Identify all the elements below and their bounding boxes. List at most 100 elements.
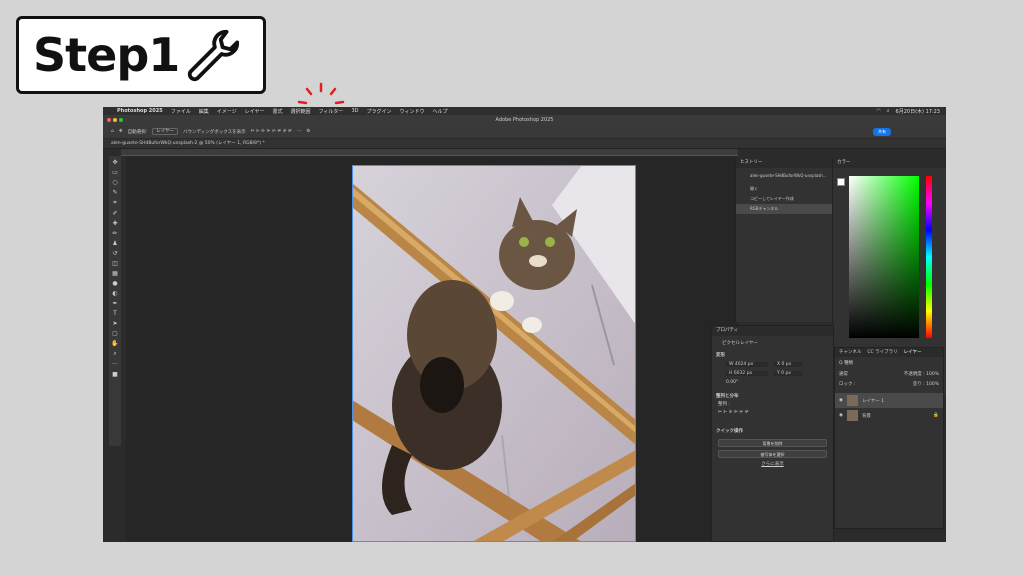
- history-brush-icon[interactable]: ↺: [112, 250, 117, 257]
- width-field[interactable]: W 4024 px: [726, 362, 768, 367]
- close-button[interactable]: [107, 118, 111, 122]
- selection-bounding-box[interactable]: [352, 165, 636, 542]
- type-tool-icon[interactable]: T: [113, 310, 117, 317]
- auto-select-label[interactable]: 自動選択:: [128, 129, 148, 135]
- properties-kind: ピクセルレイヤー: [722, 341, 758, 346]
- shape-tool-icon[interactable]: ▢: [112, 330, 118, 337]
- search-icon[interactable]: ⌕: [887, 108, 890, 114]
- auto-select-dropdown[interactable]: レイヤー: [152, 128, 179, 135]
- history-item[interactable]: 開く: [736, 184, 832, 194]
- crop-tool-icon[interactable]: ⌗: [113, 199, 116, 207]
- stamp-tool-icon[interactable]: ♟: [112, 240, 117, 247]
- menu-type[interactable]: 書式: [273, 108, 283, 115]
- zoom-tool-icon[interactable]: ⌕: [113, 350, 116, 358]
- align-label: 整列と分布: [716, 394, 739, 399]
- wrench-icon: [188, 29, 240, 82]
- eraser-icon[interactable]: ◫: [112, 260, 118, 267]
- lock-label[interactable]: ロック :: [839, 381, 855, 387]
- wifi-icon[interactable]: ◠: [876, 108, 880, 114]
- lasso-tool-icon[interactable]: ○: [112, 179, 117, 186]
- show-more-link[interactable]: さらに表示: [712, 461, 833, 467]
- color-panel-title[interactable]: カラー: [833, 158, 946, 168]
- lock-icon: 🔒: [933, 413, 939, 418]
- y-field[interactable]: Y 0 px: [774, 371, 802, 376]
- healing-tool-icon[interactable]: ✚: [112, 220, 117, 227]
- transform-label: 変形: [716, 353, 725, 358]
- fill-label[interactable]: 塗り : 100%: [913, 381, 939, 387]
- horizontal-ruler: [121, 149, 738, 156]
- menu-app-name[interactable]: Photoshop 2025: [117, 108, 163, 114]
- move-tool-icon[interactable]: ✥: [112, 159, 117, 166]
- move-tool-icon[interactable]: ✥: [119, 129, 123, 134]
- tab-cc-libraries[interactable]: CC ライブラリ: [867, 348, 897, 357]
- window-titlebar: Adobe Photoshop 2025: [103, 115, 946, 125]
- menu-plugins[interactable]: プラグイン: [366, 108, 391, 115]
- quick-actions-label: クイック操作: [716, 429, 743, 434]
- x-field[interactable]: X 0 px: [774, 362, 802, 367]
- dodge-icon[interactable]: ◐: [112, 290, 117, 297]
- properties-title[interactable]: プロパティ: [712, 326, 833, 336]
- blur-icon[interactable]: ●: [112, 280, 117, 287]
- menu-help[interactable]: ヘルプ: [433, 108, 448, 115]
- datetime: 6月20日(木) 17:23: [895, 108, 940, 115]
- quick-select-icon[interactable]: ✎: [112, 189, 117, 196]
- gradient-icon[interactable]: ▦: [112, 270, 118, 277]
- align-icons[interactable]: ⊨ ⊩ ⊪ ⊫ ⊬ ⊭ ⊮ ⊯: [251, 129, 292, 134]
- layer-item[interactable]: 背景: [862, 413, 871, 419]
- eye-icon[interactable]: ◉: [839, 413, 843, 418]
- step-badge: Step1: [16, 16, 266, 94]
- layer-filter[interactable]: Q 種類: [835, 357, 943, 369]
- menubar-status: ◠ ⌕ 6月20日(木) 17:23: [876, 107, 940, 115]
- more-icon[interactable]: ···: [297, 129, 301, 134]
- history-panel-title[interactable]: ヒストリー: [736, 158, 832, 168]
- hue-slider[interactable]: [926, 176, 932, 338]
- eye-icon[interactable]: ◉: [839, 398, 843, 403]
- history-item[interactable]: コピーしてレイヤー作成: [736, 194, 832, 204]
- menu-image[interactable]: イメージ: [217, 108, 237, 115]
- gear-icon[interactable]: ⚙: [306, 129, 310, 134]
- color-swatch-icon[interactable]: ■: [112, 371, 118, 378]
- menu-3d[interactable]: 3D: [351, 108, 358, 114]
- layer-thumbnail: [846, 410, 858, 421]
- marquee-tool-icon[interactable]: ▭: [112, 169, 118, 176]
- properties-panel: プロパティ ピクセルレイヤー 変形 W 4024 px X 0 px H 603…: [711, 325, 834, 542]
- history-snapshot[interactable]: alen-gusete-SHdBuforWkQ-unsplash...: [736, 168, 832, 184]
- brush-tool-icon[interactable]: ✏: [112, 230, 117, 237]
- minimize-button[interactable]: [113, 118, 117, 122]
- color-field[interactable]: [849, 176, 919, 338]
- menu-select[interactable]: 選択範囲: [291, 108, 311, 115]
- layers-panel: チャンネル CC ライブラリ レイヤー Q 種類 通常 不透明度 : 100% …: [834, 347, 944, 529]
- blend-mode[interactable]: 通常: [839, 371, 848, 377]
- angle-field[interactable]: 0.00°: [712, 378, 833, 387]
- toolbar: ✥ ▭ ○ ✎ ⌗ ✐ ✚ ✏ ♟ ↺ ◫ ▦ ● ◐ ✒ T ➤ ▢ ✋ ⌕ …: [109, 156, 121, 446]
- opacity-label[interactable]: 不透明度 : 100%: [904, 371, 939, 377]
- align-icons[interactable]: ⊨ ⊩ ⊪ ⊫ ⊬ ⊭: [712, 407, 833, 418]
- share-button[interactable]: 共有: [873, 128, 891, 136]
- options-bar: ⌂ ✥ 自動選択: レイヤー バウンディングボックスを表示 ⊨ ⊩ ⊪ ⊫ ⊬ …: [103, 125, 946, 139]
- tab-channels[interactable]: チャンネル: [839, 348, 861, 357]
- eyedropper-icon[interactable]: ✐: [112, 210, 117, 217]
- layer-thumbnail: [846, 395, 858, 406]
- tab-layers[interactable]: レイヤー: [904, 348, 922, 357]
- height-field[interactable]: H 6032 px: [726, 371, 768, 376]
- hand-tool-icon[interactable]: ✋: [111, 340, 118, 347]
- select-subject-button[interactable]: 被写体を選択: [718, 450, 827, 458]
- menu-window[interactable]: ウィンドウ: [399, 108, 424, 115]
- menu-layer[interactable]: レイヤー: [245, 108, 265, 115]
- path-select-icon[interactable]: ➤: [112, 320, 117, 327]
- document-tab[interactable]: alen-gusete-SHdBuforWkQ-unsplash-2 @ 50%…: [103, 139, 946, 149]
- fg-bg-swatch[interactable]: [837, 178, 845, 186]
- history-item-active[interactable]: RGBチャンネル: [736, 204, 832, 214]
- more-tools-icon[interactable]: ···: [112, 361, 118, 368]
- menu-filter[interactable]: フィルター: [319, 108, 344, 115]
- menu-file[interactable]: ファイル: [171, 108, 191, 115]
- remove-background-button[interactable]: 背景を削除: [718, 439, 827, 447]
- home-icon[interactable]: ⌂: [111, 129, 114, 134]
- mac-menubar: Photoshop 2025 ファイル 編集 イメージ レイヤー 書式 選択範囲…: [103, 107, 946, 115]
- bbox-checkbox[interactable]: バウンディングボックスを表示: [183, 129, 246, 135]
- pen-tool-icon[interactable]: ✒: [112, 300, 117, 307]
- zoom-button[interactable]: [119, 118, 123, 122]
- step-title: Step1: [33, 28, 180, 82]
- layer-item[interactable]: レイヤー 1: [862, 398, 884, 404]
- menu-edit[interactable]: 編集: [199, 108, 209, 115]
